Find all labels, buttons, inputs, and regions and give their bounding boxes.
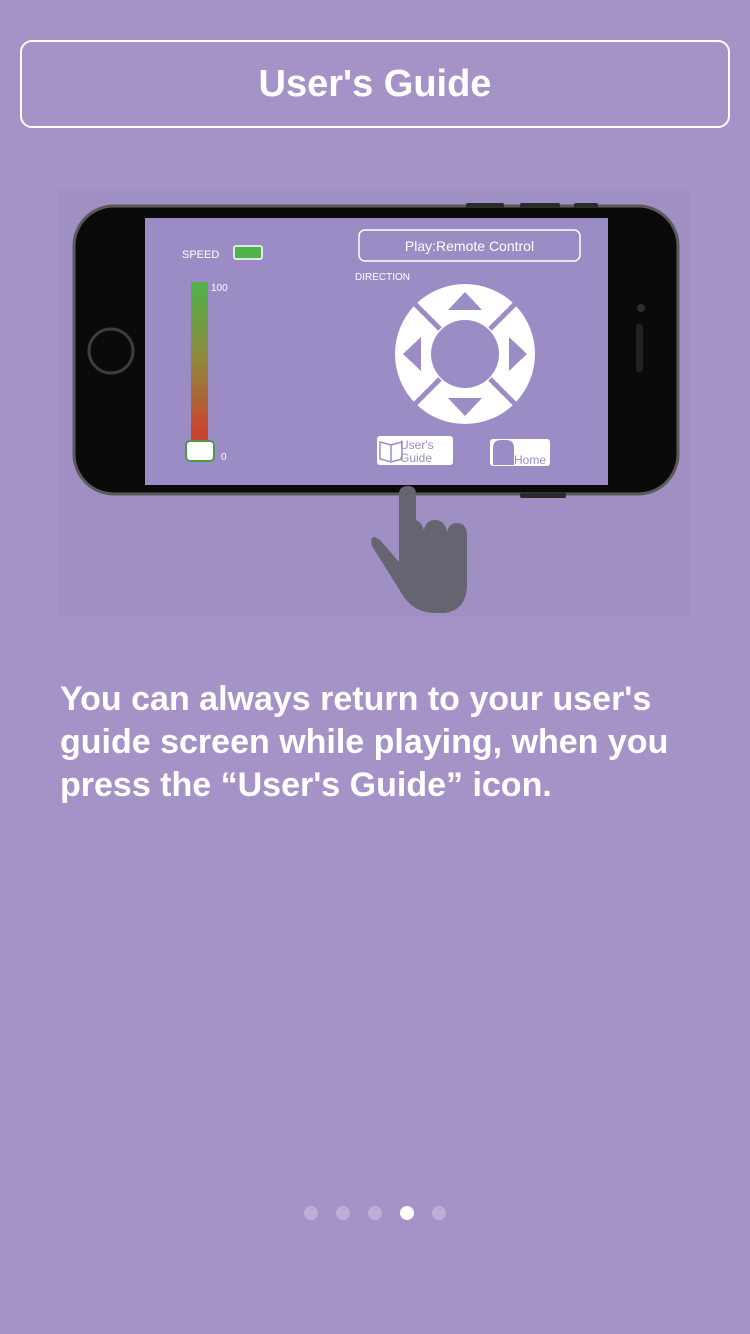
speed-max-label: 100 <box>211 283 228 294</box>
page-dot[interactable] <box>368 1206 382 1220</box>
title-frame: User's Guide <box>20 40 730 128</box>
phone-camera <box>637 304 645 312</box>
phone-speaker <box>636 324 643 372</box>
phone-volume-button <box>466 203 504 208</box>
speed-label: SPEED <box>182 249 219 261</box>
speed-slider-thumb <box>185 440 215 462</box>
instruction-text: You can always return to your user's gui… <box>60 680 669 804</box>
page-dot-active[interactable] <box>400 1206 414 1220</box>
speed-min-label: 0 <box>221 452 227 463</box>
tutorial-illustration: Play:Remote Control SPEED 100 0 DIRECTIO… <box>58 190 690 616</box>
speed-indicator <box>233 245 263 260</box>
phone-volume-button <box>520 203 560 208</box>
phone-switch <box>574 203 598 208</box>
guide-button-line2: Guide <box>400 451 432 465</box>
phone-home-nav-button: Home <box>490 439 550 467</box>
page-dot[interactable] <box>304 1206 318 1220</box>
page-dot[interactable] <box>336 1206 350 1220</box>
page-indicator[interactable] <box>0 1206 750 1222</box>
phone-title: Play:Remote Control <box>405 238 534 254</box>
phone-guide-button: User's Guide <box>377 436 453 465</box>
home-door-icon <box>493 440 514 465</box>
home-button-label: Home <box>514 453 546 467</box>
phone-home-button <box>87 327 135 375</box>
direction-pad <box>395 284 535 424</box>
guide-button-line1: User's <box>400 438 434 452</box>
phone-illustration: Play:Remote Control SPEED 100 0 DIRECTIO… <box>72 203 680 613</box>
speed-bar <box>191 282 208 452</box>
page-dot[interactable] <box>432 1206 446 1220</box>
direction-label: DIRECTION <box>355 272 410 283</box>
phone-power-button <box>520 493 566 498</box>
page-title: User's Guide <box>258 62 492 105</box>
pointing-hand-icon <box>371 486 467 613</box>
